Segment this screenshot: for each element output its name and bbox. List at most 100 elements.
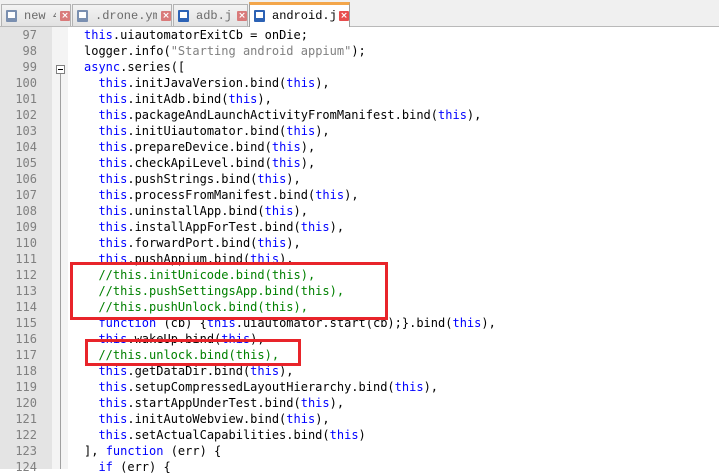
code-token: ), — [286, 236, 301, 250]
keyword-token: if — [98, 460, 113, 474]
code-text: this.uninstallApp.bind(this), — [98, 203, 308, 219]
code-line[interactable]: 115 function (cb) {this.uiautomator.start… — [0, 315, 719, 331]
line-number: 103 — [15, 124, 37, 138]
string-token: "Starting android appium" — [170, 44, 352, 58]
code-line[interactable]: 104 this.prepareDevice.bind(this), — [0, 139, 719, 155]
code-token: .checkApiLevel.bind( — [127, 156, 272, 170]
comment-token: //this.unlock.bind(this), — [98, 348, 280, 362]
code-line[interactable]: 110 this.forwardPort.bind(this), — [0, 235, 719, 251]
line-number: 111 — [15, 252, 37, 266]
code-text: this.startAppUnderTest.bind(this), — [98, 395, 344, 411]
code-token: .prepareDevice.bind( — [127, 140, 272, 154]
code-token: .setActualCapabilities.bind( — [127, 428, 330, 442]
code-line[interactable]: 103 this.initUiautomator.bind(this), — [0, 123, 719, 139]
keyword-token: this — [98, 204, 128, 218]
keyword-token: this — [98, 396, 128, 410]
code-token: .initUiautomator.bind( — [127, 124, 287, 138]
code-line[interactable]: 102 this.packageAndLaunchActivityFromMani… — [0, 107, 719, 123]
code-line[interactable]: 119 this.setupCompressedLayoutHierarchy.b… — [0, 379, 719, 395]
code-text: this.initUiautomator.bind(this), — [98, 123, 329, 139]
code-line[interactable]: 116 this.wakeUp.bind(this), — [0, 331, 719, 347]
code-text: this.packageAndLaunchActivityFromManifes… — [98, 107, 481, 123]
code-token: logger.info( — [84, 44, 171, 58]
tab-android-js[interactable]: android.js × — [249, 2, 350, 27]
keyword-token: this — [98, 124, 128, 138]
line-number: 106 — [15, 172, 37, 186]
code-text: this.uiautomatorExitCb = onDie; — [84, 27, 308, 43]
code-line[interactable]: 109 this.installAppForTest.bind(this), — [0, 219, 719, 235]
code-line[interactable]: 97 this.uiautomatorExitCb = onDie; — [0, 27, 719, 43]
keyword-token: this — [221, 332, 251, 346]
code-line[interactable]: 121 this.initAutoWebview.bind(this), — [0, 411, 719, 427]
tab-drone-yml[interactable]: .drone.yml × — [72, 4, 172, 26]
code-line[interactable]: 111 this.pushAppium.bind(this), — [0, 251, 719, 267]
line-number: 104 — [15, 140, 37, 154]
code-line[interactable]: 100 this.initJavaVersion.bind(this), — [0, 75, 719, 91]
code-token: uiautomatorExitCb = onDie; — [120, 28, 308, 42]
file-icon — [76, 9, 91, 23]
close-icon[interactable]: × — [339, 11, 349, 21]
keyword-token: this — [98, 188, 128, 202]
line-number: 112 — [15, 268, 37, 282]
code-line[interactable]: 113 //this.pushSettingsApp.bind(this), — [0, 283, 719, 299]
keyword-token: this — [315, 188, 345, 202]
tab-new-4[interactable]: new 4 × — [1, 4, 71, 26]
code-token: ], — [84, 444, 106, 458]
keyword-token: this — [264, 204, 294, 218]
code-line[interactable]: 101 this.initAdb.bind(this), — [0, 91, 719, 107]
code-text: async.series([ — [84, 59, 185, 75]
code-line[interactable]: 105 this.checkApiLevel.bind(this), — [0, 155, 719, 171]
line-number: 117 — [15, 348, 37, 362]
code-token: .pushStrings.bind( — [127, 172, 258, 186]
code-token: ), — [315, 124, 330, 138]
code-token: ); — [351, 44, 366, 58]
line-number: 109 — [15, 220, 37, 234]
line-number: 122 — [15, 428, 37, 442]
code-token: ), — [279, 252, 294, 266]
keyword-token: this — [250, 364, 280, 378]
close-icon[interactable]: × — [237, 10, 247, 21]
line-number: 114 — [15, 300, 37, 314]
close-icon[interactable]: × — [161, 10, 171, 21]
code-text: this.pushStrings.bind(this), — [98, 171, 300, 187]
code-token: ), — [329, 220, 345, 234]
line-number: 102 — [15, 108, 37, 122]
keyword-token: this — [286, 412, 316, 426]
code-line[interactable]: 117 //this.unlock.bind(this), — [0, 347, 719, 363]
code-line[interactable]: 98 logger.info("Starting android appium")… — [0, 43, 719, 59]
line-number: 98 — [22, 44, 37, 58]
keyword-token: this — [257, 172, 287, 186]
code-line[interactable]: 106 this.pushStrings.bind(this), — [0, 171, 719, 187]
line-number: 100 — [15, 76, 37, 90]
line-number: 124 — [15, 460, 37, 474]
code-token: .series([ — [120, 60, 186, 74]
code-line[interactable]: 122 this.setActualCapabilities.bind(this) — [0, 427, 719, 443]
code-editor[interactable]: 97 this.uiautomatorExitCb = onDie; 98 logge… — [0, 27, 719, 474]
code-token: (err) { — [112, 460, 171, 474]
code-text: this.installAppForTest.bind(this), — [98, 219, 344, 235]
code-line[interactable]: 107 this.processFromManifest.bind(this), — [0, 187, 719, 203]
code-line[interactable]: 112 //this.initUnicode.bind(this), — [0, 267, 719, 283]
code-line[interactable]: 120 this.startAppUnderTest.bind(this), — [0, 395, 719, 411]
keyword-token: this — [98, 220, 128, 234]
comment-token: //this.initUnicode.bind(this), — [98, 268, 316, 282]
code-line[interactable]: 99 async.series([ — [0, 59, 719, 75]
keyword-token: async — [84, 60, 121, 74]
code-token: ), — [279, 364, 294, 378]
code-text: this.prepareDevice.bind(this), — [98, 139, 315, 155]
code-line[interactable]: 114 //this.pushUnlock.bind(this), — [0, 299, 719, 315]
tab-adb-js[interactable]: adb.js × — [173, 4, 248, 26]
code-token: .forwardPort.bind( — [127, 236, 258, 250]
code-token: .initAutoWebview.bind( — [127, 412, 287, 426]
line-number: 115 — [15, 316, 37, 330]
code-line[interactable]: 123], function (err) { — [0, 443, 719, 459]
close-icon[interactable]: × — [60, 10, 70, 21]
code-token: .pushAppium.bind( — [127, 252, 251, 266]
code-line[interactable]: 124 if (err) { — [0, 459, 719, 475]
code-line[interactable]: 108 this.uninstallApp.bind(this), — [0, 203, 719, 219]
code-text: //this.unlock.bind(this), — [98, 347, 279, 363]
code-token: ), — [300, 140, 316, 154]
file-icon — [253, 9, 268, 23]
keyword-token: function — [105, 444, 164, 458]
code-line[interactable]: 118 this.getDataDir.bind(this), — [0, 363, 719, 379]
